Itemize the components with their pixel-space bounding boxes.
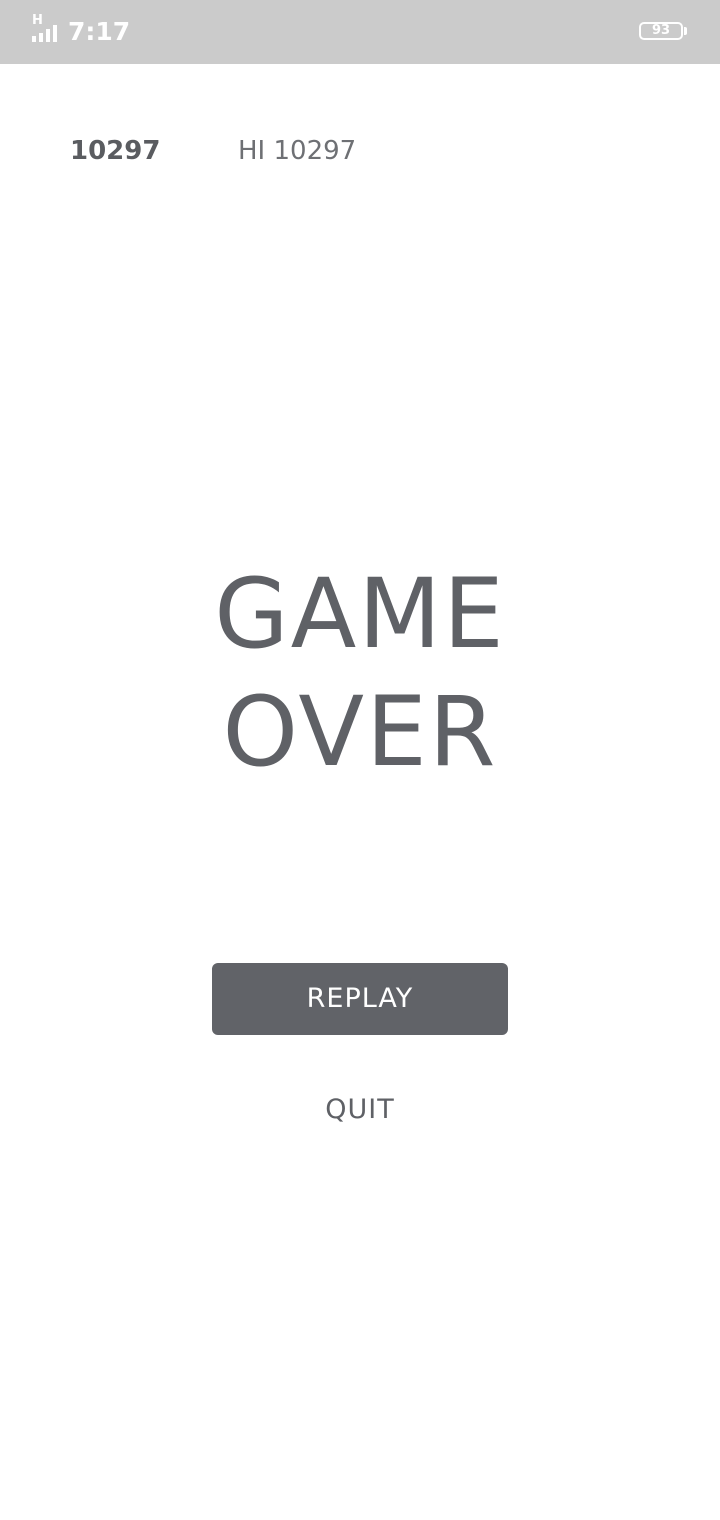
quit-button[interactable]: QUIT (260, 1088, 460, 1132)
signal-bar-4 (53, 25, 57, 42)
game-over-title: GAME OVER (0, 555, 720, 791)
high-score: HI 10297 (238, 136, 357, 166)
battery-level: 93 (651, 23, 671, 38)
game-over-line-1: GAME (214, 558, 506, 670)
network-type-label: H (32, 13, 43, 28)
status-bar: H 7:17 93 (0, 0, 720, 64)
replay-button[interactable]: REPLAY (212, 963, 508, 1035)
game-over-line-2: OVER (222, 676, 498, 788)
battery-icon: 93 (639, 22, 683, 40)
status-time: 7:17 (68, 17, 131, 46)
signal-bar-3 (46, 29, 50, 42)
signal-icon: H (32, 13, 62, 44)
current-score: 10297 (70, 136, 161, 166)
battery-tip (684, 27, 687, 35)
signal-bar-1 (32, 36, 36, 42)
signal-bar-2 (39, 33, 43, 42)
